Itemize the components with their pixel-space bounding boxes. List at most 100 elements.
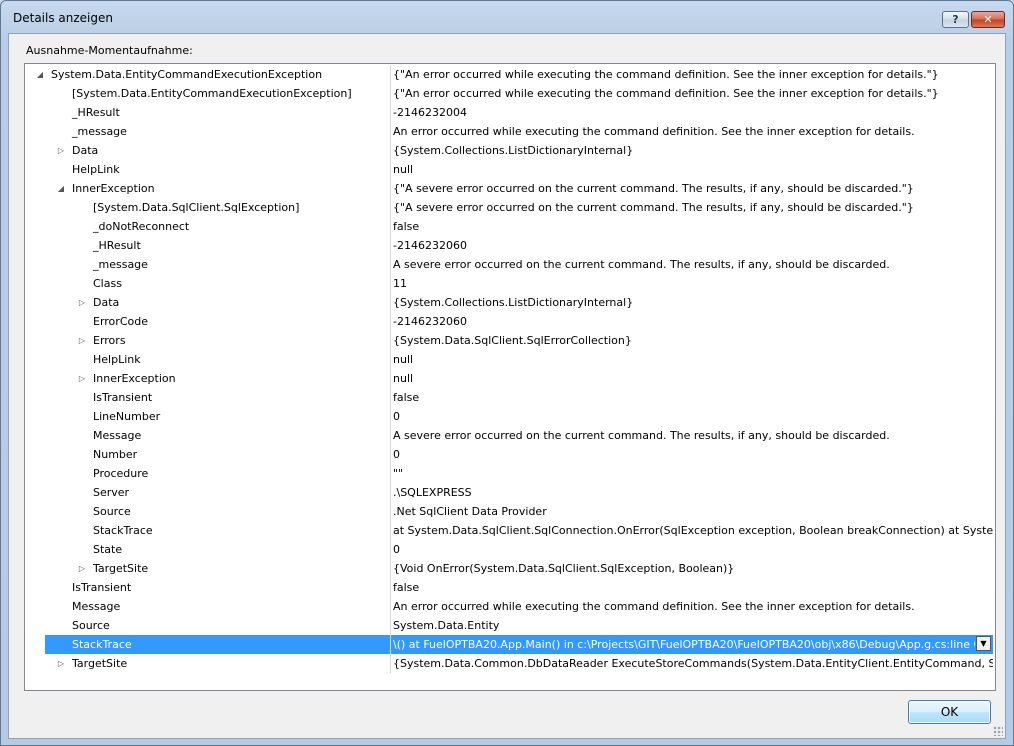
property-name-cell[interactable]: ErrorCode	[45, 312, 391, 331]
property-name: Source	[72, 619, 110, 632]
tree-row[interactable]: _message An error occurred while executin…	[25, 122, 993, 141]
tree-row[interactable]: ◢ InnerException {"A severe error occurred…	[25, 179, 993, 198]
property-value: {"A severe error occurred on the current…	[393, 201, 914, 214]
tree-row[interactable]: LineNumber 0	[25, 407, 993, 426]
tree-row[interactable]: [System.Data.SqlClient.SqlException] {"A …	[25, 198, 993, 217]
property-name: StackTrace	[93, 524, 153, 537]
property-name-cell[interactable]: HelpLink	[45, 350, 391, 369]
tree-row[interactable]: ◢ System.Data.EntityCommandExecutionExcep…	[25, 65, 993, 84]
property-name-cell[interactable]: [System.Data.EntityCommandExecutionExcep…	[45, 84, 391, 103]
property-name-cell[interactable]: Message	[45, 426, 391, 445]
property-name-cell[interactable]: _HResult	[45, 103, 391, 122]
tree-row[interactable]: StackTrace \() at FuelOPTBA20.App.Main() …	[25, 635, 993, 654]
property-name-cell[interactable]: Data	[45, 141, 391, 160]
property-value-editor[interactable]: \() at FuelOPTBA20.App.Main() in c:\Proj…	[391, 635, 993, 654]
tree-row[interactable]: ▷ Data {System.Collections.ListDictionaryI…	[25, 293, 993, 312]
property-value: 0	[393, 543, 400, 556]
tree-row[interactable]: State 0	[25, 540, 993, 559]
tree-row[interactable]: _HResult -2146232060	[25, 236, 993, 255]
resize-grip[interactable]	[993, 726, 1003, 736]
property-name: Procedure	[93, 467, 149, 480]
property-value: .Net SqlClient Data Provider	[393, 505, 547, 518]
property-value: An error occurred while executing the co…	[393, 600, 915, 613]
property-name-cell[interactable]: TargetSite	[45, 559, 391, 578]
tree-row[interactable]: ▷ TargetSite {System.Data.Common.DbDataRea…	[25, 654, 993, 673]
property-name: _HResult	[72, 106, 120, 119]
property-name-cell[interactable]: IsTransient	[45, 578, 391, 597]
property-value: at System.Data.SqlClient.SqlConnection.O…	[393, 524, 993, 537]
property-name-cell[interactable]: HelpLink	[45, 160, 391, 179]
property-name: Data	[72, 144, 99, 157]
property-name: _message	[93, 258, 148, 271]
tree-row[interactable]: _message A severe error occurred on the c…	[25, 255, 993, 274]
property-name: InnerException	[93, 372, 176, 385]
property-name-cell[interactable]: StackTrace	[45, 521, 391, 540]
property-name-cell[interactable]: System.Data.EntityCommandExecutionExcept…	[45, 65, 391, 84]
tree-row[interactable]: ▷ Data {System.Collections.ListDictionaryI…	[25, 141, 993, 160]
property-value: 0	[393, 448, 400, 461]
property-name-cell[interactable]: Message	[45, 597, 391, 616]
property-value: ""	[393, 467, 404, 480]
property-name-cell[interactable]: InnerException	[45, 179, 391, 198]
property-name: StackTrace	[72, 638, 132, 651]
exception-snapshot-label: Ausnahme-Momentaufnahme:	[26, 44, 193, 57]
tree-row[interactable]: Message An error occurred while executing…	[25, 597, 993, 616]
tree-row[interactable]: ▷ Errors {System.Data.SqlClient.SqlErrorCo…	[25, 331, 993, 350]
property-name: HelpLink	[93, 353, 141, 366]
property-name-cell[interactable]: InnerException	[45, 369, 391, 388]
property-name-cell[interactable]: State	[45, 540, 391, 559]
property-value: {Void OnError(System.Data.SqlClient.SqlE…	[393, 562, 735, 575]
window-title: Details anzeigen	[13, 11, 113, 25]
property-name-cell[interactable]: TargetSite	[45, 654, 391, 673]
property-value: .\SQLEXPRESS	[393, 486, 472, 499]
collapse-arrow-icon[interactable]: ◢	[35, 65, 45, 84]
property-name-cell[interactable]: _HResult	[45, 236, 391, 255]
tree-row[interactable]: Source System.Data.Entity	[25, 616, 993, 635]
property-name-cell[interactable]: _doNotReconnect	[45, 217, 391, 236]
property-name-cell[interactable]: Number	[45, 445, 391, 464]
tree-row[interactable]: Source .Net SqlClient Data Provider	[25, 502, 993, 521]
exception-property-tree[interactable]: ◢ System.Data.EntityCommandExecutionExcep…	[24, 63, 996, 691]
tree-row[interactable]: HelpLink null	[25, 350, 993, 369]
help-button[interactable]: ?	[942, 11, 969, 28]
property-name-cell[interactable]: Procedure	[45, 464, 391, 483]
property-name-cell[interactable]: LineNumber	[45, 407, 391, 426]
property-value: A severe error occurred on the current c…	[393, 429, 890, 442]
property-name-cell[interactable]: StackTrace	[45, 635, 391, 654]
tree-row[interactable]: Server .\SQLEXPRESS	[25, 483, 993, 502]
tree-row[interactable]: Number 0	[25, 445, 993, 464]
tree-row[interactable]: StackTrace at System.Data.SqlClient.SqlC…	[25, 521, 993, 540]
tree-row[interactable]: [System.Data.EntityCommandExecutionExcep…	[25, 84, 993, 103]
property-value: {System.Collections.ListDictionaryIntern…	[393, 296, 634, 309]
tree-row[interactable]: Procedure ""	[25, 464, 993, 483]
dialog-window: Details anzeigen ? ✕ Ausnahme-Momentaufn…	[0, 0, 1014, 746]
property-name-cell[interactable]: _message	[45, 255, 391, 274]
property-value: {"An error occurred while executing the …	[393, 87, 939, 100]
tree-row[interactable]: HelpLink null	[25, 160, 993, 179]
tree-row[interactable]: IsTransient false	[25, 388, 993, 407]
property-name-cell[interactable]: Source	[45, 502, 391, 521]
dropdown-arrow-icon[interactable]: ▼	[976, 636, 991, 651]
title-bar[interactable]: Details anzeigen ? ✕	[1, 1, 1013, 31]
ok-button[interactable]: OK	[908, 700, 991, 724]
property-name-cell[interactable]: Data	[45, 293, 391, 312]
tree-row[interactable]: _HResult -2146232004	[25, 103, 993, 122]
property-name-cell[interactable]: Source	[45, 616, 391, 635]
property-value: {"An error occurred while executing the …	[393, 68, 939, 81]
tree-row[interactable]: Message A severe error occurred on the cu…	[25, 426, 993, 445]
property-name-cell[interactable]: Class	[45, 274, 391, 293]
property-name: Source	[93, 505, 131, 518]
property-name-cell[interactable]: Server	[45, 483, 391, 502]
property-name-cell[interactable]: IsTransient	[45, 388, 391, 407]
tree-row[interactable]: ▷ TargetSite {Void OnError(System.Data.Sql…	[25, 559, 993, 578]
tree-row[interactable]: ▷ InnerException null	[25, 369, 993, 388]
property-name: _message	[72, 125, 127, 138]
tree-row[interactable]: Class 11	[25, 274, 993, 293]
tree-row[interactable]: IsTransient false	[25, 578, 993, 597]
property-name-cell[interactable]: _message	[45, 122, 391, 141]
tree-row[interactable]: _doNotReconnect false	[25, 217, 993, 236]
tree-row[interactable]: ErrorCode -2146232060	[25, 312, 993, 331]
close-button[interactable]: ✕	[971, 11, 1005, 28]
property-name-cell[interactable]: Errors	[45, 331, 391, 350]
property-name-cell[interactable]: [System.Data.SqlClient.SqlException]	[45, 198, 391, 217]
